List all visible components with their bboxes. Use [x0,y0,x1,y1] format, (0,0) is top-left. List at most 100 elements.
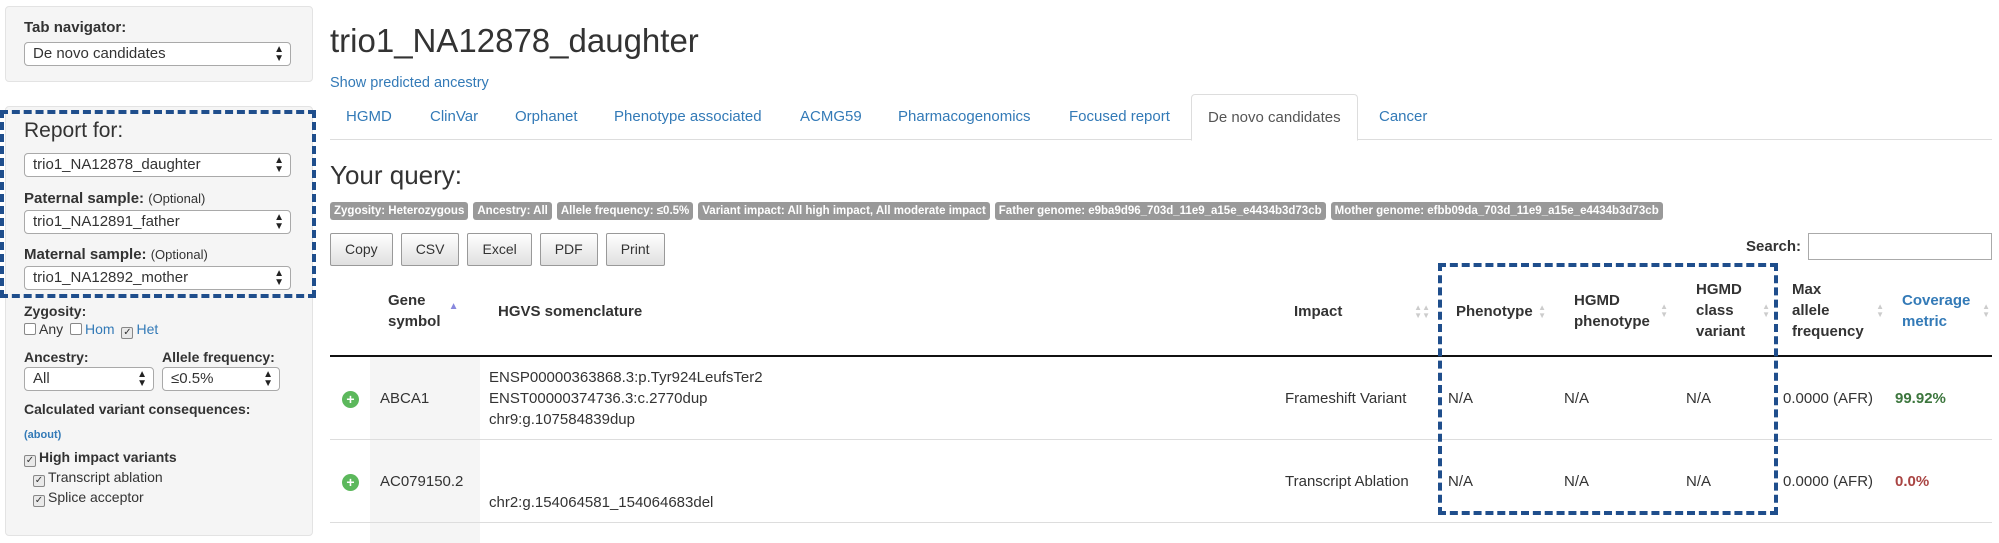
col-cov-line2: metric [1902,313,1948,330]
badge-father-genome: Father genome: e9ba9d96_703d_11e9_a15e_e… [994,202,1326,220]
expand-row-icon[interactable]: + [342,474,359,491]
impact: Frameshift Variant [1285,390,1407,407]
tab-navigator-panel: Tab navigator: De novo candidates ▲ ▼ [5,6,313,82]
badge-allele-frequency: Allele frequency: ≤0.5% [556,202,694,220]
zygosity-hom-checkbox[interactable] [70,323,83,335]
col-coverage-metric[interactable]: Coverage metric ▲ ▼ [1902,290,1990,332]
badge-mother-genome: Mother genome: efbb09da_703d_11e9_a15e_e… [1330,202,1663,220]
paternal-optional: (Optional) [148,191,206,206]
maternal-label: Maternal sample: [24,246,147,263]
col-max-allele-frequency[interactable]: Max allele frequency ▲ ▼ [1792,279,1884,342]
table-row[interactable] [330,523,1992,543]
splice-acceptor-label: Splice acceptor [48,489,144,505]
table-row[interactable]: + AC079150.2 chr2:g.154064581_154064683d… [330,440,1992,523]
gene-symbol: AC079150.2 [380,473,464,490]
ancestry-select[interactable]: All ▲ ▼ [24,367,154,391]
excel-button[interactable]: Excel [467,233,532,266]
table-row[interactable]: + ABCA1 ENSP00000363868.3:p.Tyr924LeufsT… [330,357,1992,440]
select-arrows-icon: ▲ ▼ [137,369,147,389]
badge-zygosity: Zygosity: Heterozygous [330,202,469,220]
tab-navigator-select[interactable]: De novo candidates ▲ ▼ [24,42,291,66]
tab-acmg59[interactable]: ACMG59 [784,94,878,140]
show-ancestry-link[interactable]: Show predicted ancestry [330,75,489,91]
sort-asc-icon: ▲ [448,301,459,312]
sidebar: Tab navigator: De novo candidates ▲ ▼ Rep… [0,0,316,536]
col-hgmd-cl-line2: class [1696,302,1734,319]
report-options-panel: Report for: trio1_NA12878_daughter ▲ ▼ Pa… [5,106,313,536]
tab-phenotype-associated[interactable]: Phenotype associated [598,94,778,140]
select-arrows-icon: ▲ ▼ [274,44,284,64]
transcript-ablation-row: ✓ Transcript ablation [33,469,294,487]
hgmd-class: N/A [1686,390,1712,407]
col-hgmd-ph-line1: HGMD [1574,292,1620,309]
sort-icon: ▲ ▼ [1876,301,1884,319]
report-for-label: Report for: [24,119,124,142]
tab-clinvar[interactable]: ClinVar [414,94,494,140]
expand-row-icon[interactable]: + [342,391,359,408]
col-impact-label: Impact [1294,303,1343,320]
pdf-button[interactable]: PDF [539,233,598,266]
zygosity-het-checkbox[interactable]: ✓ [121,327,134,339]
allele-frequency-value: ≤0.5% [171,370,214,387]
tab-navigator-label: Tab navigator: [24,19,127,36]
zygosity-any-label: Any [39,321,64,337]
tab-focused-report[interactable]: Focused report [1053,94,1186,140]
hgvs-transcript: ENST00000374736.3:c.2770dup [489,390,708,407]
high-impact-checkbox[interactable]: ✓ [24,455,36,467]
print-button[interactable]: Print [605,233,665,266]
query-title: Your query: [330,160,463,190]
high-impact-label: High impact variants [39,449,177,465]
maternal-optional: (Optional) [150,247,208,262]
maternal-select[interactable]: trio1_NA12892_mother ▲ ▼ [24,266,291,290]
tab-orphanet[interactable]: Orphanet [499,94,594,140]
col-hgmd-class[interactable]: HGMD class variant ▲ ▼ [1696,279,1770,342]
impact: Transcript Ablation [1285,473,1409,490]
zygosity-hom-label: Hom [85,321,115,337]
col-maf-line2: allele [1792,302,1830,319]
col-hgvs[interactable]: HGVS somenclature ▲ ▼ [498,301,1422,322]
paternal-select[interactable]: trio1_NA12891_father ▲ ▼ [24,210,291,234]
ancestry-allele-row: Ancestry: All ▲ ▼ Allele frequency: ≤0.5%… [24,349,294,391]
report-for-value: trio1_NA12878_daughter [33,156,201,173]
sort-icon: ▲ ▼ [1660,302,1668,319]
sort-icon: ▲ ▼ [1982,302,1990,319]
hgvs-genomic: chr9:g.107584839dup [489,411,635,428]
zygosity-label: Zygosity: [24,303,87,319]
gene-symbol: ABCA1 [380,390,430,407]
badge-variant-impact: Variant impact: All high impact, All mod… [698,202,990,220]
about-link-row: (about) [24,425,294,442]
tab-cancer[interactable]: Cancer [1363,94,1443,140]
tab-de-novo-candidates[interactable]: De novo candidates [1191,94,1358,141]
tab-pharmacogenomics[interactable]: Pharmacogenomics [882,94,1047,140]
report-for-select[interactable]: trio1_NA12878_daughter ▲ ▼ [24,153,291,177]
consequences-label: Calculated variant consequences: [24,401,251,417]
zygosity-any-checkbox[interactable] [24,323,36,335]
report-tabs: HGMD ClinVar Orphanet Phenotype associat… [330,94,1992,141]
search-input[interactable] [1808,233,1992,260]
coverage-metric: 0.0% [1895,473,1930,490]
max-allele-frequency: 0.0000 (AFR) [1783,473,1874,490]
tab-hgmd[interactable]: HGMD [330,94,408,140]
coverage-metric: 99.92% [1895,390,1946,407]
splice-acceptor-checkbox[interactable]: ✓ [33,495,45,507]
allele-frequency-select[interactable]: ≤0.5% ▲ ▼ [162,367,280,391]
ancestry-value: All [33,370,50,387]
hgvs-protein: ENSP00000363868.3:p.Tyr924LeufsTer2 [489,369,763,386]
maternal-value: trio1_NA12892_mother [33,269,189,286]
csv-button[interactable]: CSV [400,233,460,266]
search-label: Search: [1746,238,1802,255]
col-hgmd-ph-line2: phenotype [1574,313,1650,330]
col-phenotype[interactable]: Phenotype ▲ ▼ [1456,301,1546,322]
select-arrows-icon: ▲ ▼ [274,155,284,175]
about-link[interactable]: (about) [24,429,61,441]
col-gene-symbol[interactable]: Gene symbol ▲ [388,290,459,332]
phenotype: N/A [1448,473,1474,490]
high-impact-row: ✓ High impact variants [24,449,294,467]
paternal-value: trio1_NA12891_father [33,213,180,230]
col-hgmd-phenotype[interactable]: HGMD phenotype ▲ ▼ [1574,290,1668,332]
transcript-ablation-checkbox[interactable]: ✓ [33,475,45,487]
col-impact[interactable]: Impact ▲ ▼ [1294,301,1430,322]
col-hgmd-cl-line3: variant [1696,323,1746,340]
copy-button[interactable]: Copy [330,233,393,266]
zygosity-het-label: Het [136,321,159,337]
